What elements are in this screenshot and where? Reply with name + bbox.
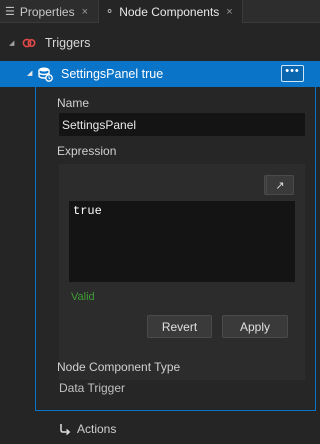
component-type-label: Node Component Type (57, 360, 181, 374)
close-icon[interactable]: × (226, 6, 232, 18)
more-options-button[interactable]: ••• (281, 65, 304, 82)
tab-bar: ☰ Properties × ⚬ Node Components × (0, 0, 320, 23)
actions-label: Actions (77, 422, 117, 436)
trigger-icon (22, 38, 36, 48)
expression-code-input[interactable]: true (69, 201, 295, 282)
expand-editor-button[interactable]: ↗ (266, 175, 294, 195)
triggers-section-header[interactable]: ◢ Triggers (0, 32, 320, 54)
data-trigger-header[interactable]: ◢ SettingsPanel true ••• (0, 61, 320, 87)
close-icon[interactable]: × (82, 6, 88, 18)
revert-button[interactable]: Revert (147, 315, 212, 338)
tab-node-components-label: Node Components (119, 4, 220, 19)
collapse-arrow-icon[interactable]: ◢ (9, 39, 14, 47)
collapse-arrow-icon[interactable]: ◢ (27, 69, 32, 77)
apply-button[interactable]: Apply (222, 315, 288, 338)
expand-icon: ↗ (275, 179, 285, 192)
data-trigger-icon (38, 67, 53, 82)
actions-section-header[interactable]: Actions (0, 418, 320, 440)
name-label: Name (57, 96, 90, 110)
action-icon (60, 424, 71, 436)
component-type-value: Data Trigger (59, 381, 126, 395)
tab-node-components[interactable]: ⚬ Node Components × (98, 0, 243, 23)
node-components-icon: ⚬ (105, 6, 115, 18)
name-input[interactable] (59, 113, 305, 136)
expression-label: Expression (57, 144, 117, 158)
tab-properties[interactable]: ☰ Properties × (5, 0, 95, 23)
item-title: SettingsPanel true (61, 67, 164, 81)
tab-properties-label: Properties (19, 4, 75, 19)
list-icon: ☰ (5, 6, 15, 18)
section-title: Triggers (45, 36, 91, 50)
validation-status: Valid (71, 291, 95, 303)
